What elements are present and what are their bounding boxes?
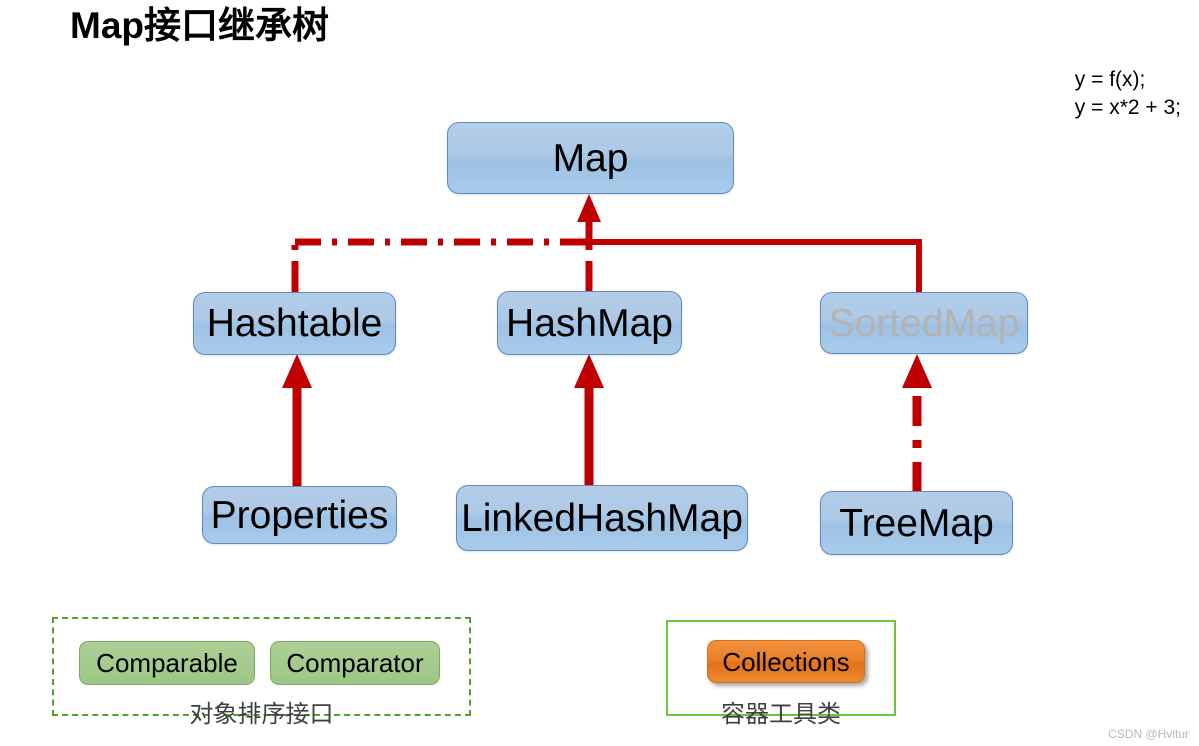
node-comparable-label: Comparable — [96, 648, 238, 678]
node-linkedhashmap[interactable]: LinkedHashMap — [456, 485, 748, 551]
node-collections-label: Collections — [722, 646, 850, 677]
node-treemap[interactable]: TreeMap — [820, 491, 1013, 555]
node-map[interactable]: Map — [447, 122, 734, 194]
node-collections[interactable]: Collections — [707, 640, 865, 683]
group-sorting-caption: 对象排序接口 — [189, 701, 334, 728]
node-treemap-label: TreeMap — [839, 501, 994, 545]
connector-linkedhashmap-to-hashmap — [574, 354, 604, 495]
diagram-canvas: Map接口继承树 y = f(x); y = x*2 + 3; Map Hash… — [0, 0, 1199, 746]
connector-map-junction — [577, 194, 601, 245]
node-hashtable-label: Hashtable — [206, 302, 383, 345]
formula-line-1: y = f(x); — [1074, 68, 1146, 91]
node-comparator[interactable]: Comparator — [270, 641, 440, 685]
watermark: CSDN @Hvitur — [1108, 727, 1189, 741]
node-comparable[interactable]: Comparable — [79, 641, 255, 685]
node-sortedmap[interactable]: SortedMap — [820, 292, 1028, 354]
node-properties-label: Properties — [210, 493, 389, 537]
node-sortedmap-label: SortedMap — [828, 301, 1020, 345]
node-hashmap-label: HashMap — [506, 301, 673, 345]
node-hashtable[interactable]: Hashtable — [193, 292, 396, 355]
node-linkedhashmap-label: LinkedHashMap — [461, 496, 743, 540]
connector-properties-to-hashtable — [282, 354, 312, 490]
formula-note: y = f(x); y = x*2 + 3; — [1075, 66, 1181, 122]
node-comparator-label: Comparator — [286, 648, 424, 678]
group-utility-caption: 容器工具类 — [721, 701, 841, 728]
connector-treemap-to-sortedmap — [902, 354, 932, 492]
node-properties[interactable]: Properties — [202, 486, 397, 544]
node-hashmap[interactable]: HashMap — [497, 291, 682, 355]
page-title: Map接口继承树 — [70, 5, 329, 46]
node-map-label: Map — [552, 136, 629, 180]
formula-line-2: y = x*2 + 3; — [1074, 95, 1181, 119]
connector-bus-solid — [586, 239, 922, 292]
